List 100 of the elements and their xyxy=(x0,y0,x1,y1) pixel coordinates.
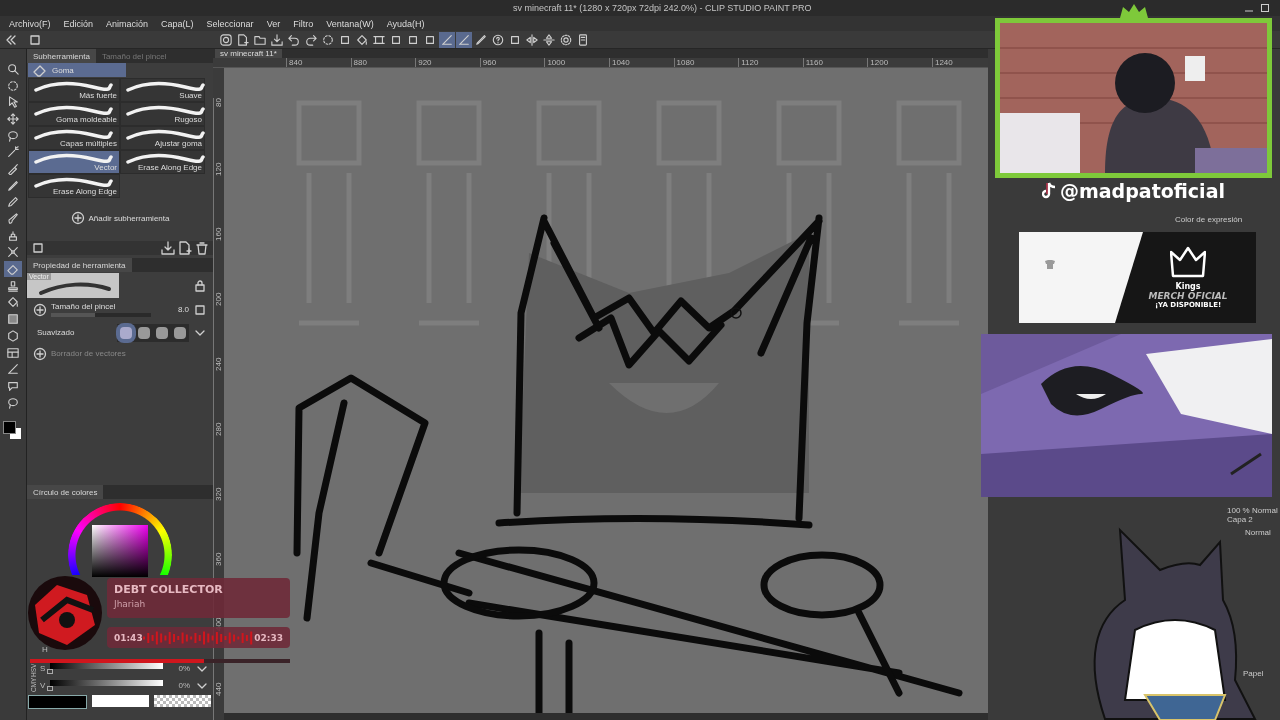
social-handle: @madpatoficial xyxy=(1060,180,1225,202)
ruler-icon xyxy=(7,363,19,376)
channel-slider[interactable] xyxy=(50,663,164,674)
transform-icon xyxy=(373,33,385,46)
subtool-item[interactable]: Erase Along Edge xyxy=(120,150,205,174)
dotted-circle-icon xyxy=(322,33,334,46)
main-color-swatch[interactable] xyxy=(28,695,87,709)
smoothing-option[interactable] xyxy=(118,324,134,341)
maximize-icon[interactable] xyxy=(1260,3,1270,13)
trash-icon[interactable] xyxy=(195,241,209,255)
app-logo-button[interactable] xyxy=(218,31,234,48)
undo-icon xyxy=(288,33,300,46)
bucket-icon xyxy=(356,33,368,46)
drawing-canvas[interactable] xyxy=(224,68,988,713)
subtool-item[interactable]: Erase Along Edge xyxy=(28,174,120,198)
layer-label: Normal xyxy=(1245,528,1271,537)
search-icon xyxy=(7,62,19,75)
crown-icon xyxy=(1170,246,1206,280)
smoothing-option[interactable] xyxy=(172,324,188,341)
sub-color-swatch[interactable] xyxy=(92,695,149,707)
stroke-preview-icon xyxy=(125,153,205,165)
plus-icon xyxy=(33,346,47,361)
smoothing-option[interactable] xyxy=(154,324,170,341)
redo-icon xyxy=(305,33,317,46)
cursor-icon xyxy=(7,96,19,109)
new-file-icon[interactable] xyxy=(178,241,192,255)
menu-item[interactable]: Seleccionar xyxy=(206,18,254,29)
menu-item[interactable]: Ayuda(H) xyxy=(386,18,425,29)
flip-vertical-button[interactable] xyxy=(541,31,557,48)
channel-value: 0% xyxy=(178,681,190,690)
square-icon[interactable] xyxy=(31,241,45,255)
subtool-item[interactable]: Goma moldeable xyxy=(28,102,120,126)
ruler-icon xyxy=(458,33,470,46)
panel-tab[interactable]: Círculo de colores xyxy=(27,485,104,499)
square-icon xyxy=(509,33,521,46)
channel-value: 0% xyxy=(178,664,190,673)
foreground-color-swatch[interactable] xyxy=(3,421,16,435)
dotted-circle-icon xyxy=(7,79,19,92)
layer-label: Capa 2 xyxy=(1227,515,1253,524)
ruler-label: 1000 xyxy=(544,58,609,67)
panel-tab[interactable]: Propiedad de herramienta xyxy=(27,258,132,272)
ruler-label: 1120 xyxy=(738,58,803,67)
transparent-swatch[interactable] xyxy=(154,695,211,707)
brush-icon xyxy=(7,213,19,226)
stroke-preview-icon xyxy=(125,129,205,141)
menu-item[interactable]: Edición xyxy=(63,18,94,29)
ruler-button[interactable] xyxy=(456,31,472,48)
new-file-button[interactable] xyxy=(235,31,251,48)
square-icon[interactable] xyxy=(193,302,207,317)
eraser-icon xyxy=(7,263,19,276)
panel-label: Color de expresión xyxy=(1175,215,1244,225)
hexagon-icon xyxy=(7,329,19,342)
subtool-group[interactable]: Goma xyxy=(28,63,126,77)
channel-slider[interactable] xyxy=(50,680,164,691)
download-tray-icon[interactable] xyxy=(161,241,175,255)
subtool-item[interactable]: Vector xyxy=(28,150,120,174)
lasso-icon xyxy=(7,396,19,409)
ruler-label: 840 xyxy=(286,58,351,67)
note-icon xyxy=(1042,182,1056,200)
group-label: Goma xyxy=(52,65,74,75)
download-tray-button[interactable] xyxy=(269,31,285,48)
subtool-item[interactable]: Capas múltiples xyxy=(28,126,120,150)
plus-icon xyxy=(33,302,47,317)
menu-item[interactable]: Animación xyxy=(106,18,149,29)
merch-headline: MERCH OFICIAL xyxy=(1148,291,1228,301)
square-icon[interactable] xyxy=(28,32,42,47)
subtool-item[interactable]: Rugoso xyxy=(120,102,205,126)
menu-item[interactable]: Ventana(W) xyxy=(326,18,374,29)
ruler-label: 1200 xyxy=(867,58,932,67)
flip-button[interactable] xyxy=(524,31,540,48)
menu-item[interactable]: Ver xyxy=(266,18,281,29)
stroke-preview-icon xyxy=(33,153,113,165)
eraser-tool[interactable] xyxy=(4,261,22,277)
layer-label: 100 % Normal xyxy=(1227,506,1278,515)
smoothing-option[interactable] xyxy=(136,324,152,341)
subtool-item[interactable]: Suave xyxy=(120,78,205,102)
channel-label: H xyxy=(42,644,48,654)
menu-item[interactable]: Capa(L) xyxy=(161,18,194,29)
stamp-icon xyxy=(7,279,19,292)
app-logo-icon xyxy=(220,33,232,46)
plus-icon xyxy=(70,211,85,225)
ruler-label: 920 xyxy=(415,58,480,67)
ruler-button[interactable] xyxy=(439,31,455,48)
panel-tab[interactable]: Subherramienta xyxy=(27,49,96,63)
elapsed-time: 01:43 xyxy=(114,632,143,643)
value-field[interactable]: 8.0 xyxy=(177,305,189,314)
menu-item[interactable]: Filtro xyxy=(293,18,314,29)
bucket-icon xyxy=(7,296,19,309)
move-tool[interactable] xyxy=(4,111,22,127)
saturation-value-square[interactable] xyxy=(92,525,148,577)
add-subtool-button[interactable]: Añadir subherramienta xyxy=(27,211,213,225)
stroke-preview-icon xyxy=(33,81,113,93)
brush-cursor-icon xyxy=(730,307,742,319)
pencil-icon xyxy=(7,196,19,209)
lock-icon[interactable] xyxy=(193,278,207,293)
subtool-item[interactable]: Ajustar goma xyxy=(120,126,205,150)
document-tab[interactable]: sv minecraft 11* xyxy=(215,49,282,58)
subtool-item[interactable]: Más fuerte xyxy=(28,78,120,102)
menu-item[interactable]: Archivo(F) xyxy=(9,18,51,29)
brand-name: Kings xyxy=(1175,282,1201,291)
